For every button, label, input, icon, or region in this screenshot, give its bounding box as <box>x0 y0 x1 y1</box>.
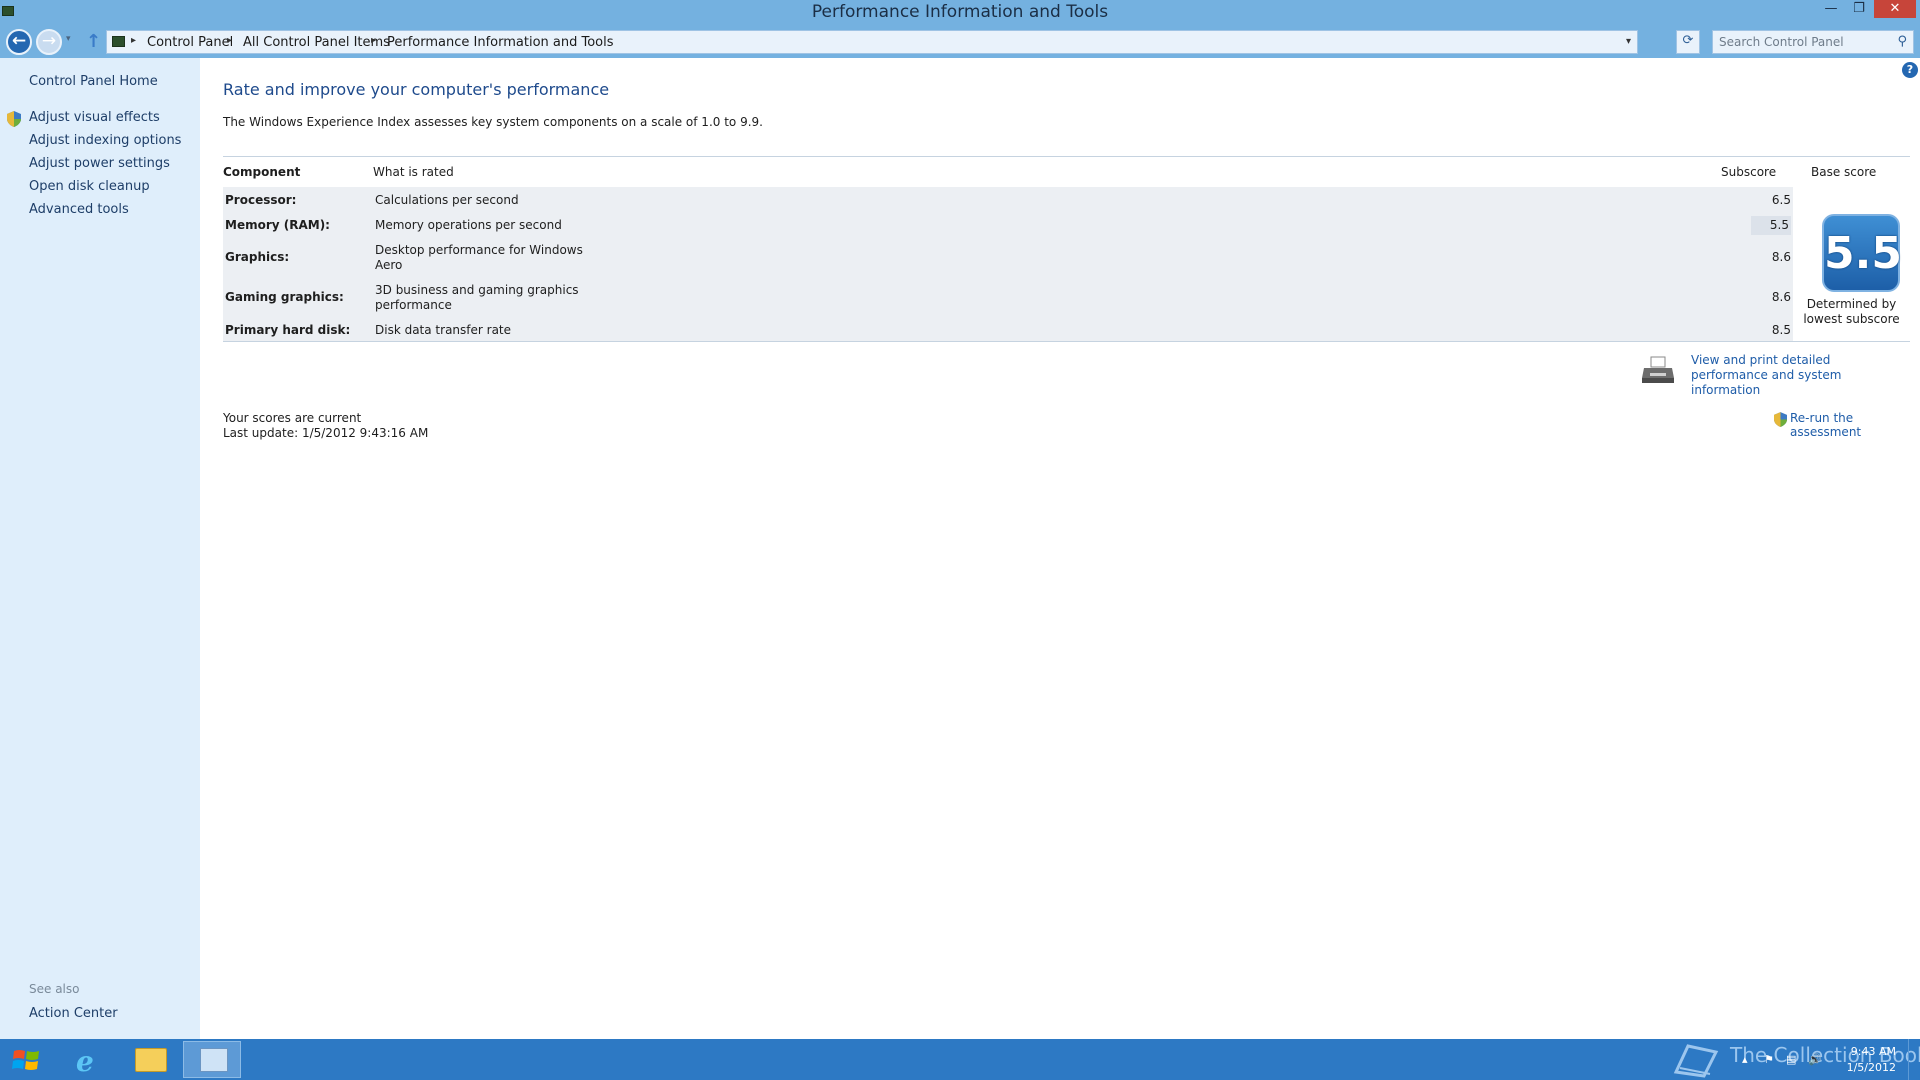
see-also-label: See also <box>29 982 80 996</box>
sidebar-link-open-disk-cleanup[interactable]: Open disk cleanup <box>29 179 150 194</box>
back-button[interactable]: ← <box>6 29 32 55</box>
search-input[interactable] <box>1719 33 1889 51</box>
clock-time[interactable]: 9:43 AM <box>1846 1045 1896 1058</box>
base-score-badge: 5.5 <box>1822 214 1902 292</box>
search-box[interactable]: ⚲ <box>1712 30 1914 54</box>
view-print-details-link[interactable]: View and print detailed performance and … <box>1691 353 1911 398</box>
taskbar-file-explorer[interactable] <box>121 1041 179 1078</box>
row-processor-rated: Calculations per second <box>375 193 519 207</box>
search-icon[interactable]: ⚲ <box>1897 34 1907 49</box>
sidebar-link-adjust-indexing-options[interactable]: Adjust indexing options <box>29 133 181 148</box>
help-icon[interactable]: ? <box>1902 62 1918 78</box>
base-score-panel: 5.5 Determined by lowest subscore <box>1793 187 1910 341</box>
base-score-caption: Determined by lowest subscore <box>1803 297 1900 326</box>
minimize-button[interactable]: — <box>1818 0 1844 18</box>
sidebar-link-advanced-tools[interactable]: Advanced tools <box>29 202 129 217</box>
row-processor-label: Processor: <box>225 193 297 207</box>
table-divider <box>223 341 1910 342</box>
row-graphics-subscore: 8.6 <box>1771 250 1791 264</box>
breadcrumb-separator[interactable]: ▸ <box>131 35 136 46</box>
show-desktop-button[interactable] <box>1908 1039 1920 1080</box>
clock-date[interactable]: 1/5/2012 <box>1846 1061 1896 1074</box>
row-gaming-graphics-subscore: 8.6 <box>1771 290 1791 304</box>
refresh-button[interactable]: ⟳ <box>1676 30 1700 54</box>
row-memory-subscore: 5.5 <box>1751 216 1791 235</box>
sidebar-link-action-center[interactable]: Action Center <box>29 1006 118 1021</box>
main-content: ? Rate and improve your computer's perfo… <box>200 58 1920 1039</box>
breadcrumb-control-panel[interactable]: Control Panel <box>147 35 233 50</box>
forward-button[interactable]: → <box>36 29 62 55</box>
navigation-bar: ← → ▾ ↑ ▸ Control Panel ▸ All Control Pa… <box>0 26 1920 58</box>
row-memory-label: Memory (RAM): <box>225 218 330 232</box>
sidebar-link-adjust-power-settings[interactable]: Adjust power settings <box>29 156 170 171</box>
row-gaming-graphics-label: Gaming graphics: <box>225 290 344 304</box>
internet-explorer-icon: e <box>76 1045 94 1078</box>
page-title: Rate and improve your computer's perform… <box>223 80 610 99</box>
control-panel-taskbar-icon <box>200 1048 228 1072</box>
column-header-what-is-rated: What is rated <box>373 165 454 179</box>
base-score-value: 5.5 <box>1824 228 1902 279</box>
breadcrumb-all-items[interactable]: All Control Panel Items <box>243 35 390 50</box>
control-panel-home-link[interactable]: Control Panel Home <box>29 74 158 89</box>
last-update: Last update: 1/5/2012 9:43:16 AM <box>223 426 429 440</box>
book-logo-icon <box>1673 1044 1719 1078</box>
location-icon <box>112 36 125 47</box>
folder-icon <box>135 1048 167 1072</box>
taskbar: e The Collection Book ▴ ⚑ ▤ 🔊 9:43 AM 1/… <box>0 1039 1920 1080</box>
start-orb-icon[interactable] <box>10 1046 42 1074</box>
window-title: Performance Information and Tools <box>811 2 1109 22</box>
breadcrumb-separator[interactable]: ▸ <box>371 35 376 46</box>
header-divider <box>223 156 1910 157</box>
column-header-subscore: Subscore <box>1721 165 1777 179</box>
breadcrumb-separator[interactable]: ▸ <box>227 35 232 46</box>
scores-status: Your scores are current <box>223 411 362 425</box>
volume-icon[interactable]: 🔊 <box>1808 1053 1822 1066</box>
score-table: Processor: Calculations per second 6.5 M… <box>223 187 1910 341</box>
row-hard-disk-label: Primary hard disk: <box>225 323 351 337</box>
sidebar-link-adjust-visual-effects[interactable]: Adjust visual effects <box>29 110 160 125</box>
recent-locations-dropdown[interactable]: ▾ <box>66 34 71 44</box>
rerun-assessment-link[interactable]: Re-run the assessment <box>1790 411 1920 439</box>
network-icon[interactable]: ▤ <box>1786 1053 1796 1066</box>
row-graphics-label: Graphics: <box>225 250 290 264</box>
row-graphics-rated: Desktop performance for Windows Aero <box>375 243 583 272</box>
title-bar: Performance Information and Tools — ❐ ✕ <box>0 0 1920 26</box>
action-center-flag-icon[interactable]: ⚑ <box>1764 1053 1774 1066</box>
intro-text: The Windows Experience Index assesses ke… <box>223 115 763 129</box>
rerun-shield-icon <box>1774 412 1787 427</box>
breadcrumb-current[interactable]: Performance Information and Tools <box>387 35 614 50</box>
column-header-component: Component <box>223 165 301 179</box>
taskbar-internet-explorer[interactable]: e <box>60 1041 118 1078</box>
address-bar[interactable]: ▸ Control Panel ▸ All Control Panel Item… <box>106 30 1638 54</box>
row-memory-rated: Memory operations per second <box>375 218 562 232</box>
taskbar-control-panel[interactable] <box>183 1041 241 1078</box>
close-button[interactable]: ✕ <box>1874 0 1916 18</box>
uac-shield-icon <box>7 111 21 127</box>
column-header-base-score: Base score <box>1811 165 1877 179</box>
show-hidden-icons-icon[interactable]: ▴ <box>1742 1053 1748 1066</box>
address-dropdown-icon[interactable]: ▾ <box>1626 36 1631 47</box>
row-hard-disk-rated: Disk data transfer rate <box>375 323 512 337</box>
restore-button[interactable]: ❐ <box>1846 0 1872 18</box>
row-hard-disk-subscore: 8.5 <box>1771 323 1791 337</box>
left-task-pane: Control Panel Home Adjust visual effects… <box>0 58 200 1039</box>
up-button[interactable]: ↑ <box>86 31 101 52</box>
printer-icon <box>1642 356 1674 383</box>
row-processor-subscore: 6.5 <box>1771 193 1791 207</box>
row-gaming-graphics-rated: 3D business and gaming graphics performa… <box>375 283 579 312</box>
